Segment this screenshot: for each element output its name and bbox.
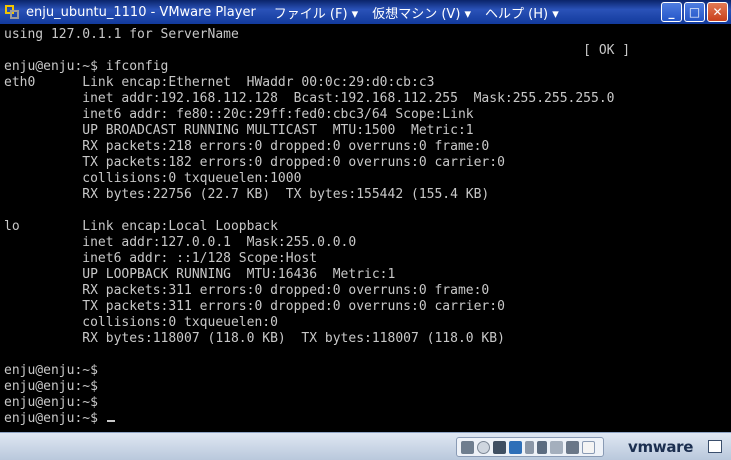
- terminal-line: [ OK ]: [4, 43, 631, 58]
- status-bar: vmware: [0, 432, 731, 460]
- webcam-icon[interactable]: [566, 440, 579, 454]
- terminal-line: TX packets:311 errors:0 dropped:0 overru…: [4, 299, 505, 314]
- terminal-line: inet6 addr: ::1/128 Scope:Host: [4, 251, 318, 266]
- usb-icon[interactable]: [525, 440, 534, 454]
- terminal-line: collisions:0 txqueuelen:1000: [4, 171, 302, 186]
- terminal-line: eth0 Link encap:Ethernet HWaddr 00:0c:29…: [4, 75, 435, 90]
- terminal-line: enju@enju:~$ ifconfig: [4, 59, 169, 74]
- sound-card-icon[interactable]: [537, 440, 547, 454]
- menu-help[interactable]: ヘルプ (H) ▾: [485, 3, 559, 22]
- menu-virtual-machine[interactable]: 仮想マシン (V) ▾: [372, 3, 471, 22]
- network-adapter-icon[interactable]: [509, 440, 522, 454]
- terminal-line: RX packets:218 errors:0 dropped:0 overru…: [4, 139, 490, 154]
- terminal-line: enju@enju:~$: [4, 395, 98, 410]
- cd-rom-icon[interactable]: [477, 440, 490, 454]
- terminal-line: RX packets:311 errors:0 dropped:0 overru…: [4, 283, 490, 298]
- cursor: [106, 420, 115, 422]
- terminal-line: UP LOOPBACK RUNNING MTU:16436 Metric:1: [4, 267, 396, 282]
- terminal-line: inet6 addr: fe80::20c:29ff:fed0:cbc3/64 …: [4, 107, 474, 122]
- device-toolbar: [456, 437, 604, 457]
- terminal-line: using 127.0.1.1 for ServerName: [4, 27, 239, 42]
- window-title: enju_ubuntu_1110 - VMware Player: [26, 4, 256, 20]
- printer-icon[interactable]: [550, 440, 563, 454]
- maximize-button[interactable]: □: [684, 2, 705, 22]
- terminal-line: inet addr:192.168.112.128 Bcast:192.168.…: [4, 91, 615, 106]
- menu-file[interactable]: ファイル (F) ▾: [274, 3, 358, 22]
- terminal-line: inet addr:127.0.0.1 Mask:255.0.0.0: [4, 235, 357, 250]
- close-button[interactable]: ✕: [707, 2, 728, 22]
- terminal-line: lo Link encap:Local Loopback: [4, 219, 278, 234]
- terminal-line: enju@enju:~$: [4, 363, 98, 378]
- terminal-line: collisions:0 txqueuelen:0: [4, 315, 278, 330]
- minimize-button[interactable]: _: [661, 2, 682, 22]
- terminal-line: enju@enju:~$: [4, 379, 98, 394]
- vmware-app-icon[interactable]: [4, 4, 20, 20]
- terminal-line: UP BROADCAST RUNNING MULTICAST MTU:1500 …: [4, 123, 474, 138]
- vmware-player-window: enju_ubuntu_1110 - VMware Player ファイル (F…: [0, 0, 731, 460]
- terminal-line: RX bytes:118007 (118.0 KB) TX bytes:1180…: [4, 331, 505, 346]
- vmware-logo: vmware: [628, 438, 694, 456]
- terminal-line: RX bytes:22756 (22.7 KB) TX bytes:155442…: [4, 187, 490, 202]
- guest-console[interactable]: using 127.0.1.1 for ServerName [ OK ] enj…: [4, 27, 726, 432]
- message-log-icon[interactable]: [582, 440, 595, 454]
- fullscreen-icon[interactable]: [708, 440, 722, 453]
- title-bar[interactable]: enju_ubuntu_1110 - VMware Player ファイル (F…: [0, 0, 731, 24]
- terminal-line: TX packets:182 errors:0 dropped:0 overru…: [4, 155, 505, 170]
- hard-disk-icon[interactable]: [461, 440, 474, 454]
- terminal-line: enju@enju:~$: [4, 411, 726, 427]
- floppy-icon[interactable]: [493, 440, 506, 454]
